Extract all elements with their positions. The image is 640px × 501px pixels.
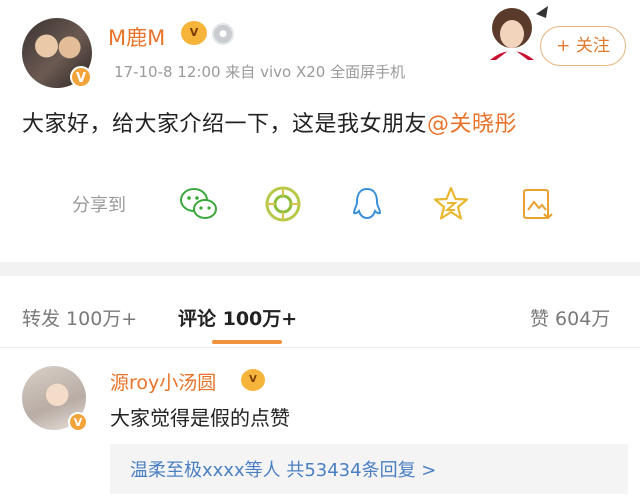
tab-comments[interactable]: 评论 100万+ xyxy=(178,304,297,331)
medal-icon: ● xyxy=(212,23,234,45)
share-label: 分享到 xyxy=(72,195,126,216)
comment-author[interactable]: 源roy小汤圆 xyxy=(110,368,216,395)
post-meta: 17-10-8 12:00 来自 vivo X20 全面屏手机 xyxy=(114,63,406,81)
commenter-verified-icon: V xyxy=(68,412,88,432)
wechat-icon[interactable] xyxy=(178,184,218,224)
post-username[interactable]: M鹿M xyxy=(108,22,165,52)
replies-link[interactable]: 温柔至极xxxx等人 共53434条回复 > xyxy=(130,456,436,482)
section-separator xyxy=(0,262,640,276)
qq-icon[interactable] xyxy=(347,184,387,224)
vip-badge-icon: V xyxy=(181,21,207,45)
commenter-vip-icon: V xyxy=(241,369,265,391)
mention-link[interactable]: @关晓彤 xyxy=(427,112,517,137)
moments-icon[interactable] xyxy=(263,184,303,224)
post-text: 大家好，给大家介绍一下，这是我女朋友@关晓彤 xyxy=(22,106,517,138)
verified-badge-icon: V xyxy=(70,66,92,88)
qzone-icon[interactable] xyxy=(431,184,471,224)
follow-button[interactable]: + 关注 xyxy=(540,26,626,66)
post-text-main: 大家好，给大家介绍一下，这是我女朋友 xyxy=(22,112,428,137)
tab-likes[interactable]: 赞 604万 xyxy=(530,304,610,331)
comment-text: 大家觉得是假的点赞 xyxy=(110,406,290,430)
decorative-sticker-icon xyxy=(490,6,548,60)
active-tab-indicator xyxy=(212,340,282,344)
save-image-icon[interactable] xyxy=(517,184,557,224)
tab-repost[interactable]: 转发 100万+ xyxy=(22,304,137,331)
tab-divider xyxy=(0,347,640,348)
